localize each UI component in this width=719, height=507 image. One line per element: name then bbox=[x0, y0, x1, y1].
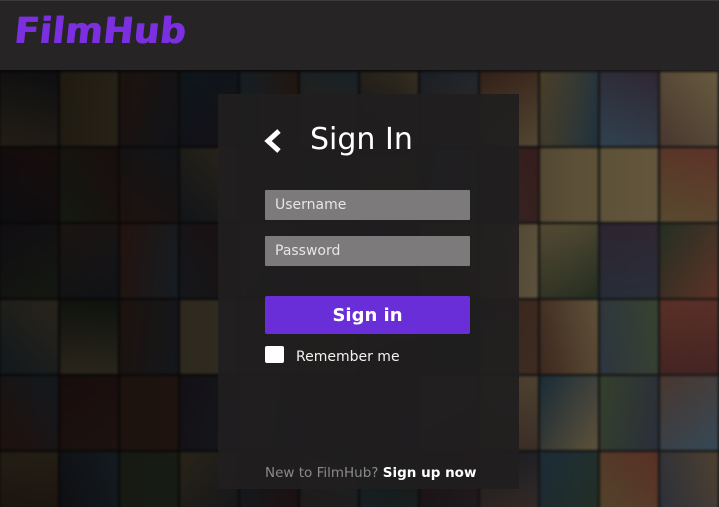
chevron-left-icon bbox=[264, 129, 281, 153]
password-input[interactable] bbox=[265, 236, 470, 266]
signup-prompt: New to FilmHub? bbox=[265, 465, 379, 481]
back-button[interactable] bbox=[262, 126, 290, 156]
filmhub-logo[interactable]: FilmHub bbox=[12, 11, 188, 52]
sign-up-link[interactable]: Sign up now bbox=[383, 465, 477, 481]
signup-line: New to FilmHub? Sign up now bbox=[265, 465, 476, 481]
username-input[interactable] bbox=[265, 190, 470, 220]
top-bar: FilmHub bbox=[0, 0, 719, 70]
page-title: Sign In bbox=[310, 122, 413, 157]
remember-me-checkbox[interactable] bbox=[265, 346, 284, 363]
remember-me-label: Remember me bbox=[296, 349, 400, 365]
sign-in-button[interactable]: Sign in bbox=[265, 296, 470, 334]
